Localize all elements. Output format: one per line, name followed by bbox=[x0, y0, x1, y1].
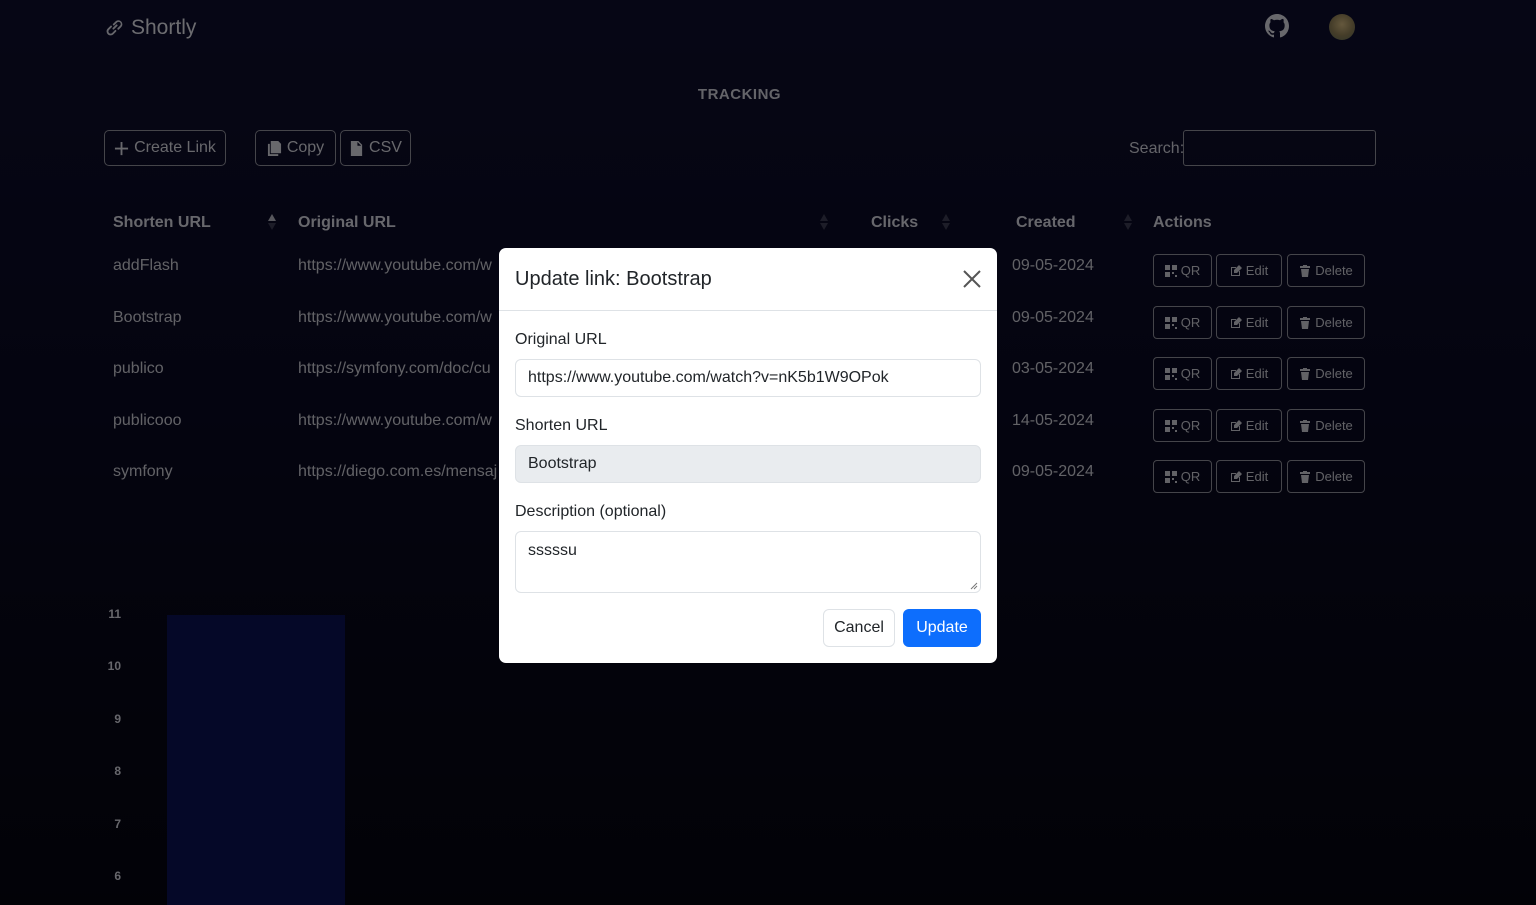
original-url-input[interactable]: https://www.youtube.com/watch?v=nK5b1W9O… bbox=[515, 359, 981, 397]
original-url-label: Original URL bbox=[515, 331, 607, 348]
close-icon[interactable] bbox=[961, 268, 983, 290]
description-value: sssssu bbox=[528, 542, 577, 559]
update-button[interactable]: Update bbox=[903, 609, 981, 647]
modal-title: Update link: Bootstrap bbox=[515, 268, 712, 290]
modal-header: Update link: Bootstrap bbox=[499, 248, 997, 311]
original-url-value: https://www.youtube.com/watch?v=nK5b1W9O… bbox=[528, 369, 889, 386]
cancel-button[interactable]: Cancel bbox=[823, 609, 895, 647]
description-label: Description (optional) bbox=[515, 503, 667, 520]
shorten-url-label: Shorten URL bbox=[515, 417, 608, 434]
update-link-modal: Update link: Bootstrap Original URL http… bbox=[499, 248, 997, 663]
description-textarea[interactable]: sssssu bbox=[515, 531, 981, 593]
shorten-url-value: Bootstrap bbox=[528, 455, 597, 472]
resize-handle-icon[interactable] bbox=[970, 582, 978, 590]
shorten-url-input: Bootstrap bbox=[515, 445, 981, 483]
